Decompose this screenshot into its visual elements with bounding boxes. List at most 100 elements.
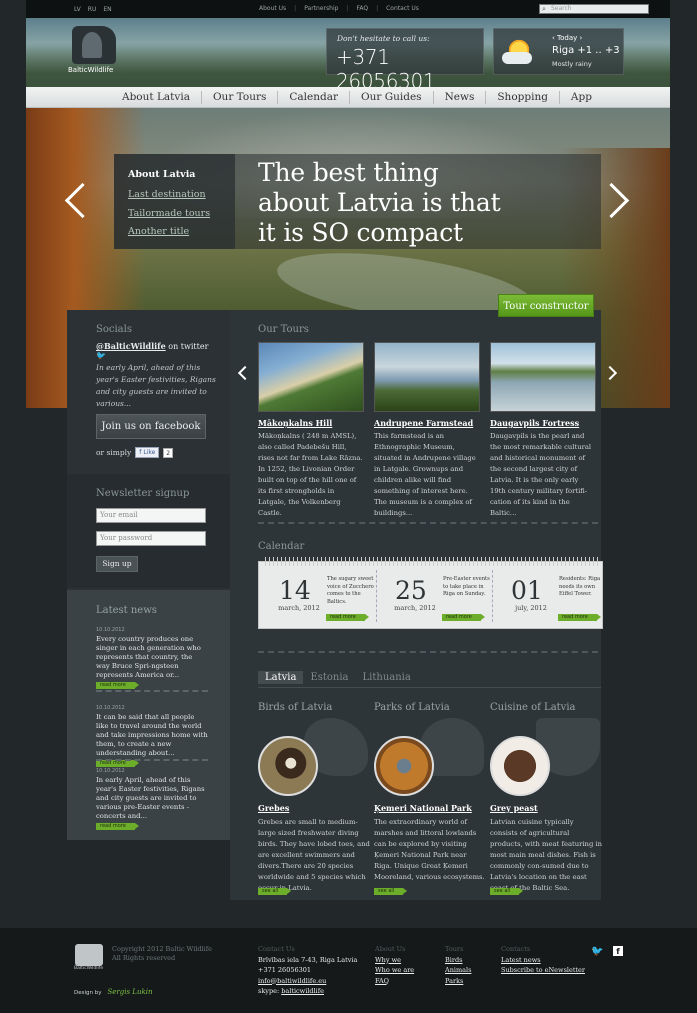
nav-news[interactable]: News (432, 91, 486, 104)
event-month: july, 2012 (515, 604, 547, 612)
hero-quote: The best thing about Latvia is that it i… (235, 154, 601, 249)
search-icon: ⌕ (542, 5, 546, 13)
see-all-button[interactable]: see all (374, 888, 408, 895)
tour-constructor-button[interactable]: Tour constructor (498, 294, 594, 317)
logo[interactable]: BalticWildlife (68, 26, 124, 78)
lang-ru[interactable]: RU (88, 6, 97, 13)
separator: | (376, 5, 379, 12)
latest-news-section: Latest news 10.10.2012 Every country pro… (67, 590, 230, 840)
footer-link-who-we-are[interactable]: Who we are (375, 966, 414, 974)
nav-shopping[interactable]: Shopping (485, 91, 559, 104)
footer-social-icons: 🐦 f (591, 946, 623, 956)
footer-link-latest-news[interactable]: Latest news (501, 956, 541, 964)
tour-photo[interactable] (374, 342, 480, 412)
footer-heading: Tours (445, 945, 464, 953)
tab-underline (258, 687, 601, 688)
weather-temperature: Riga +1 .. +3 (552, 45, 620, 56)
nav-our-tours[interactable]: Our Tours (200, 91, 277, 104)
nav-our-guides[interactable]: Our Guides (349, 91, 433, 104)
newsletter-section: Newsletter signup Your email Your passwo… (67, 474, 230, 588)
nav-app[interactable]: App (558, 91, 603, 104)
read-more-button[interactable]: read more (558, 614, 601, 621)
divider (258, 651, 598, 653)
hero-menu-active[interactable]: About Latvia (128, 167, 235, 182)
facebook-join-button[interactable]: Join us on facebook (96, 414, 206, 439)
category-heading: Birds of Latvia (258, 702, 333, 713)
hero-quote-line: The best thing (258, 158, 439, 187)
email-field[interactable]: Your email (96, 508, 206, 523)
top-link-about[interactable]: About Us (259, 5, 286, 12)
see-all-button[interactable]: see all (258, 888, 292, 895)
footer-link-animals[interactable]: Animals (445, 966, 471, 974)
footer-link-faq[interactable]: FAQ (375, 977, 389, 985)
skype-label: skype: (258, 987, 280, 995)
read-more-button[interactable]: read more (96, 823, 139, 830)
footer-link-why-we[interactable]: Why we (375, 956, 401, 964)
read-more-button[interactable]: read more (326, 614, 369, 621)
hero-menu-link[interactable]: Last destination (128, 186, 235, 205)
read-more-button[interactable]: read more (96, 682, 139, 689)
phone-number[interactable]: +371 26056301 (336, 45, 483, 87)
hero-menu: About Latvia Last destination Tailormade… (114, 154, 235, 249)
hero-prev-arrow-icon[interactable] (62, 182, 84, 222)
top-link-contact[interactable]: Contact Us (386, 5, 419, 12)
top-link-partnership[interactable]: Partnership (304, 5, 338, 12)
twitter-icon[interactable]: 🐦 (591, 946, 603, 956)
footer-about-column: About Us Why we Who we are FAQ (375, 944, 414, 986)
footer-link-birds[interactable]: Birds (445, 956, 462, 964)
search-input[interactable]: ⌕ Search (539, 4, 649, 14)
footer-logo-text: BalticWildlife (74, 966, 104, 971)
like-count: 2 (163, 447, 174, 458)
category-title[interactable]: Grebes (258, 803, 289, 813)
footer-link-parks[interactable]: Parks (445, 977, 463, 985)
facebook-icon[interactable]: f (613, 946, 623, 956)
hero-next-arrow-icon[interactable] (605, 182, 627, 222)
news-text: It can be said that all people like to t… (96, 713, 208, 757)
twitter-handle[interactable]: @BalticWildlife (96, 341, 166, 351)
hero-menu-link[interactable]: Tailormade tours (128, 205, 235, 224)
footer-contacts-column: Contacts Latest news Subscribe to eNewsl… (501, 944, 585, 976)
copyright: Copyright 2012 Baltic Wildlife All Right… (112, 945, 212, 963)
tour-photo[interactable] (490, 342, 596, 412)
category-title[interactable]: Ķemeri National Park (374, 803, 472, 813)
read-more-button[interactable]: read more (442, 614, 485, 621)
news-text: Every country produces one singer in eac… (96, 635, 201, 679)
lang-en[interactable]: EN (103, 6, 111, 13)
read-more-button[interactable]: read more (96, 760, 139, 767)
weather-widget: ‹ Today › Riga +1 .. +3 Mostly rainy (493, 28, 624, 75)
search-placeholder: Search (551, 5, 572, 12)
lang-lv[interactable]: LV (74, 6, 81, 13)
footer-skype-link[interactable]: balticwildlife (281, 987, 324, 995)
password-field[interactable]: Your password (96, 531, 206, 546)
weather-day-switcher[interactable]: ‹ Today › (552, 34, 582, 42)
footer-tours-column: Tours Birds Animals Parks (445, 944, 471, 986)
category-photo[interactable] (258, 736, 318, 796)
top-link-faq[interactable]: FAQ (356, 5, 368, 12)
facebook-like-button[interactable]: f Like (135, 447, 160, 458)
tour-title[interactable]: Mākoņkalns Hill (258, 418, 364, 428)
tab-estonia[interactable]: Estonia (303, 671, 355, 684)
category-title[interactable]: Grey peast (490, 803, 538, 813)
footer-address: Brīvības iela 7-43, Riga Latvia (258, 955, 358, 964)
footer-link-subscribe[interactable]: Subscribe to eNewsletter (501, 966, 585, 974)
category-photo[interactable] (490, 736, 550, 796)
see-all-button[interactable]: see all (490, 888, 524, 895)
footer-email-link[interactable]: info@baltiwildlife.eu (258, 977, 326, 985)
category-photo[interactable] (374, 736, 434, 796)
divider (492, 570, 493, 622)
news-date: 10.10.2012 (96, 705, 125, 711)
signup-button[interactable]: Sign up (96, 556, 138, 572)
tab-latvia[interactable]: Latvia (258, 671, 304, 684)
tab-lithuania[interactable]: Lithuania (356, 671, 418, 684)
designer-signature[interactable]: Sergis Lukin (107, 988, 152, 996)
tour-title[interactable]: Daugavpils Fortress (490, 418, 596, 428)
category-card: Birds of Latvia Grebes Grebes are small … (258, 702, 370, 895)
footer-logo-icon[interactable] (75, 944, 103, 966)
tour-photo[interactable] (258, 342, 364, 412)
twitter-bird-icon: 🐦 (96, 351, 106, 360)
call-box: Don't hesitate to call us: +371 26056301 (326, 28, 484, 87)
nav-calendar[interactable]: Calendar (277, 91, 349, 104)
nav-about-latvia[interactable]: About Latvia (116, 91, 201, 104)
hero-menu-link[interactable]: Another title (128, 223, 235, 242)
tour-title[interactable]: Andrupene Farmstead (374, 418, 480, 428)
